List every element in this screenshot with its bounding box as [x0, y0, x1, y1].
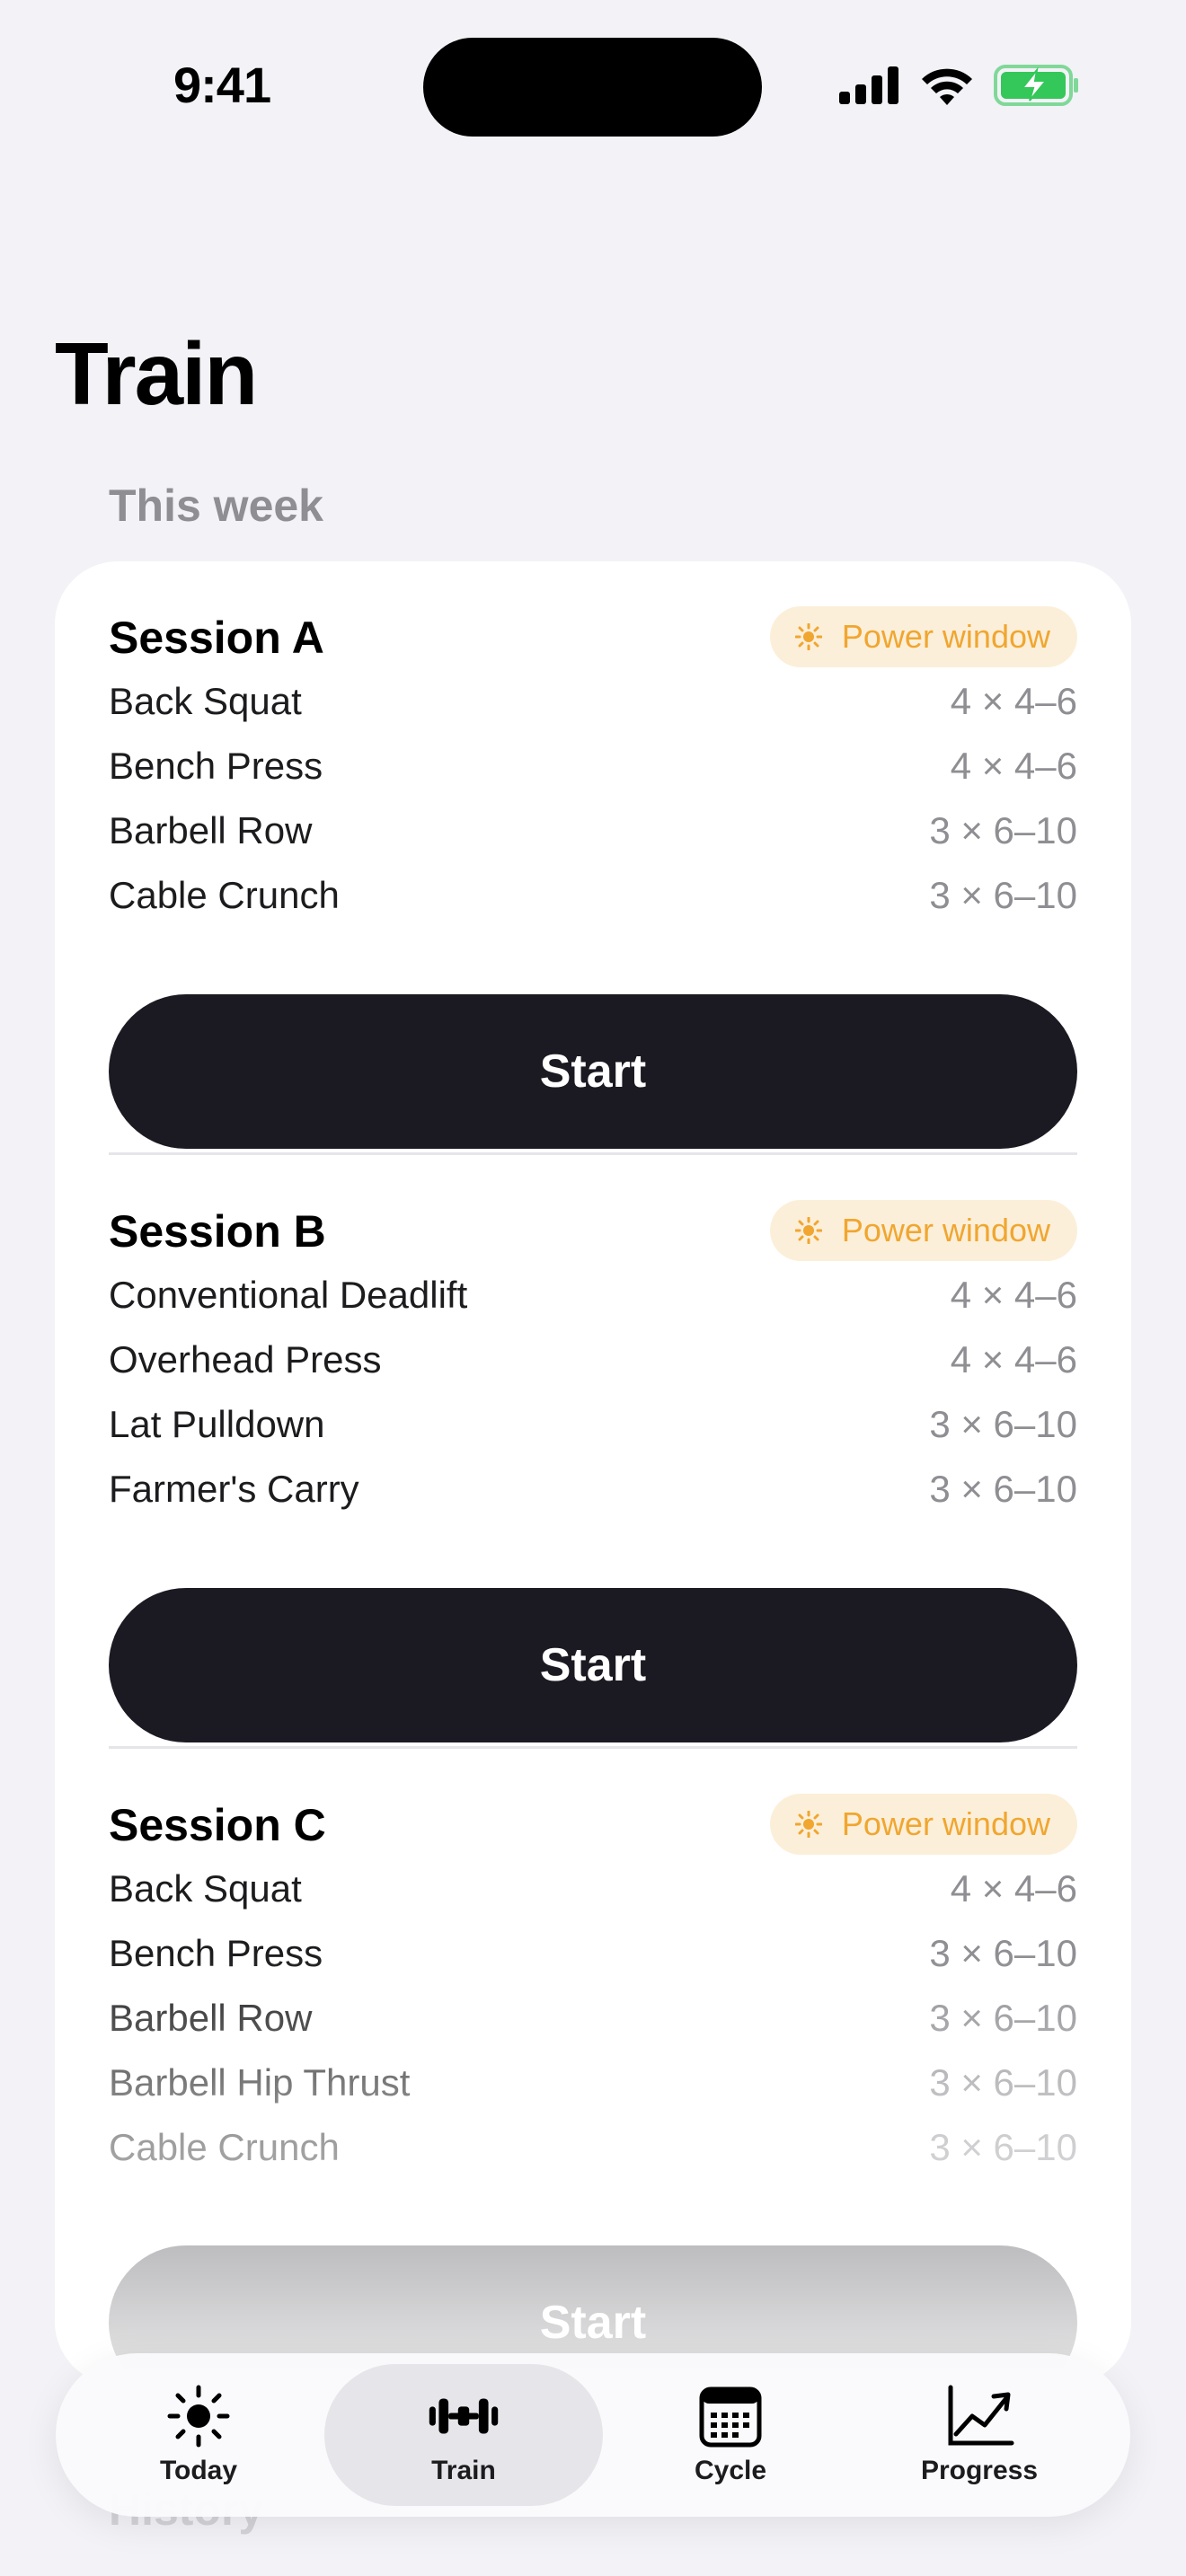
- badge-label: Power window: [841, 1805, 1050, 1842]
- exercise-sets: 4 × 4–6: [950, 1867, 1077, 1910]
- session-a: Session A Power window Back Squat 4 × 4–6…: [109, 606, 1077, 1149]
- exercise-sets: 3 × 6–10: [929, 1468, 1077, 1510]
- section-header-this-week: This week: [109, 481, 323, 531]
- exercise-row: Barbell Row 3 × 6–10: [109, 1986, 1077, 2051]
- page-title: Train: [55, 324, 258, 423]
- exercise-name: Back Squat: [109, 1867, 302, 1910]
- tab-train[interactable]: Train: [324, 2364, 603, 2506]
- tab-label: Today: [159, 2456, 238, 2485]
- exercise-row: Farmer's Carry 3 × 6–10: [109, 1457, 1077, 1522]
- exercise-name: Bench Press: [109, 745, 323, 787]
- power-window-badge: Power window: [769, 1200, 1077, 1261]
- exercise-sets: 3 × 6–10: [929, 2061, 1077, 2104]
- exercise-sets: 3 × 6–10: [929, 1997, 1077, 2039]
- tab-label: Cycle: [694, 2456, 767, 2485]
- exercise-row: Back Squat 4 × 4–6: [109, 669, 1077, 734]
- exercise-sets: 4 × 4–6: [950, 1274, 1077, 1316]
- chart-line-icon: [948, 2385, 1014, 2446]
- exercise-name: Cable Crunch: [109, 874, 340, 916]
- exercise-name: Overhead Press: [109, 1338, 382, 1381]
- exercise-name: Back Squat: [109, 680, 302, 722]
- dumbbell-icon: [429, 2398, 499, 2434]
- wifi-icon: [922, 68, 972, 105]
- exercise-sets: 3 × 6–10: [929, 1403, 1077, 1445]
- power-window-badge: Power window: [769, 606, 1077, 667]
- exercise-row: Conventional Deadlift 4 × 4–6: [109, 1263, 1077, 1328]
- badge-label: Power window: [841, 1212, 1050, 1248]
- sun-icon: [167, 2385, 230, 2448]
- exercise-name: Cable Crunch: [109, 2126, 340, 2168]
- status-time: 9:41: [173, 57, 271, 113]
- tab-label: Progress: [920, 2456, 1039, 2485]
- exercise-name: Bench Press: [109, 1932, 323, 1974]
- exercise-row: Cable Crunch 3 × 6–10: [109, 863, 1077, 928]
- start-session-b-button[interactable]: Start: [109, 1588, 1077, 1742]
- divider: [109, 1746, 1077, 1749]
- exercise-sets: 3 × 6–10: [929, 874, 1077, 916]
- exercise-name: Barbell Hip Thrust: [109, 2061, 411, 2104]
- exercise-sets: 4 × 4–6: [950, 1338, 1077, 1381]
- badge-label: Power window: [841, 618, 1050, 655]
- session-header: Session C Power window: [109, 1794, 1077, 1857]
- exercise-row: Barbell Hip Thrust 3 × 6–10: [109, 2051, 1077, 2115]
- tab-cycle[interactable]: Cycle: [631, 2364, 830, 2506]
- status-icons: [839, 65, 1080, 106]
- signal-icon: [839, 66, 898, 104]
- session-b: Session B Power window Conventional Dead…: [109, 1200, 1077, 1742]
- exercise-row: Back Squat 4 × 4–6: [109, 1857, 1077, 1921]
- exercise-name: Barbell Row: [109, 809, 313, 851]
- session-header: Session B Power window: [109, 1200, 1077, 1263]
- exercise-sets: 4 × 4–6: [950, 680, 1077, 722]
- session-title: Session B: [109, 1206, 326, 1257]
- tab-label: Train: [431, 2456, 496, 2485]
- exercise-sets: 3 × 6–10: [929, 809, 1077, 851]
- sun-icon: [794, 1811, 822, 1838]
- exercise-row: Lat Pulldown 3 × 6–10: [109, 1392, 1077, 1457]
- session-title: Session C: [109, 1800, 326, 1850]
- tab-progress[interactable]: Progress: [872, 2364, 1087, 2506]
- power-window-badge: Power window: [769, 1794, 1077, 1855]
- exercise-name: Lat Pulldown: [109, 1403, 325, 1445]
- tab-bar: Today Train Cycle Progress: [56, 2353, 1130, 2517]
- train-screen: 9:41 Train This week Session A Power win…: [0, 0, 1186, 2576]
- exercise-sets: 4 × 4–6: [950, 745, 1077, 787]
- dynamic-island: [423, 38, 762, 137]
- exercise-sets: 3 × 6–10: [929, 2126, 1077, 2168]
- sun-icon: [794, 1217, 822, 1244]
- exercise-row: Bench Press 4 × 4–6: [109, 734, 1077, 798]
- exercise-row: Barbell Row 3 × 6–10: [109, 798, 1077, 863]
- exercise-row: Bench Press 3 × 6–10: [109, 1921, 1077, 1986]
- exercise-row: Overhead Press 4 × 4–6: [109, 1328, 1077, 1392]
- session-header: Session A Power window: [109, 606, 1077, 669]
- session-title: Session A: [109, 613, 324, 663]
- calendar-icon: [699, 2386, 762, 2448]
- exercise-name: Farmer's Carry: [109, 1468, 359, 1510]
- start-session-a-button[interactable]: Start: [109, 994, 1077, 1149]
- sessions-card: Session A Power window Back Squat 4 × 4–6…: [55, 561, 1131, 2385]
- tab-today[interactable]: Today: [99, 2364, 298, 2506]
- exercise-row: Cable Crunch 3 × 6–10: [109, 2115, 1077, 2180]
- divider: [109, 1152, 1077, 1155]
- exercise-name: Conventional Deadlift: [109, 1274, 468, 1316]
- battery-charging-icon: [994, 65, 1078, 106]
- session-c: Session C Power window Back Squat 4 × 4–6…: [109, 1794, 1077, 2385]
- status-bar: 9:41: [0, 0, 1186, 162]
- exercise-sets: 3 × 6–10: [929, 1932, 1077, 1974]
- exercise-name: Barbell Row: [109, 1997, 313, 2039]
- sun-icon: [794, 623, 822, 650]
